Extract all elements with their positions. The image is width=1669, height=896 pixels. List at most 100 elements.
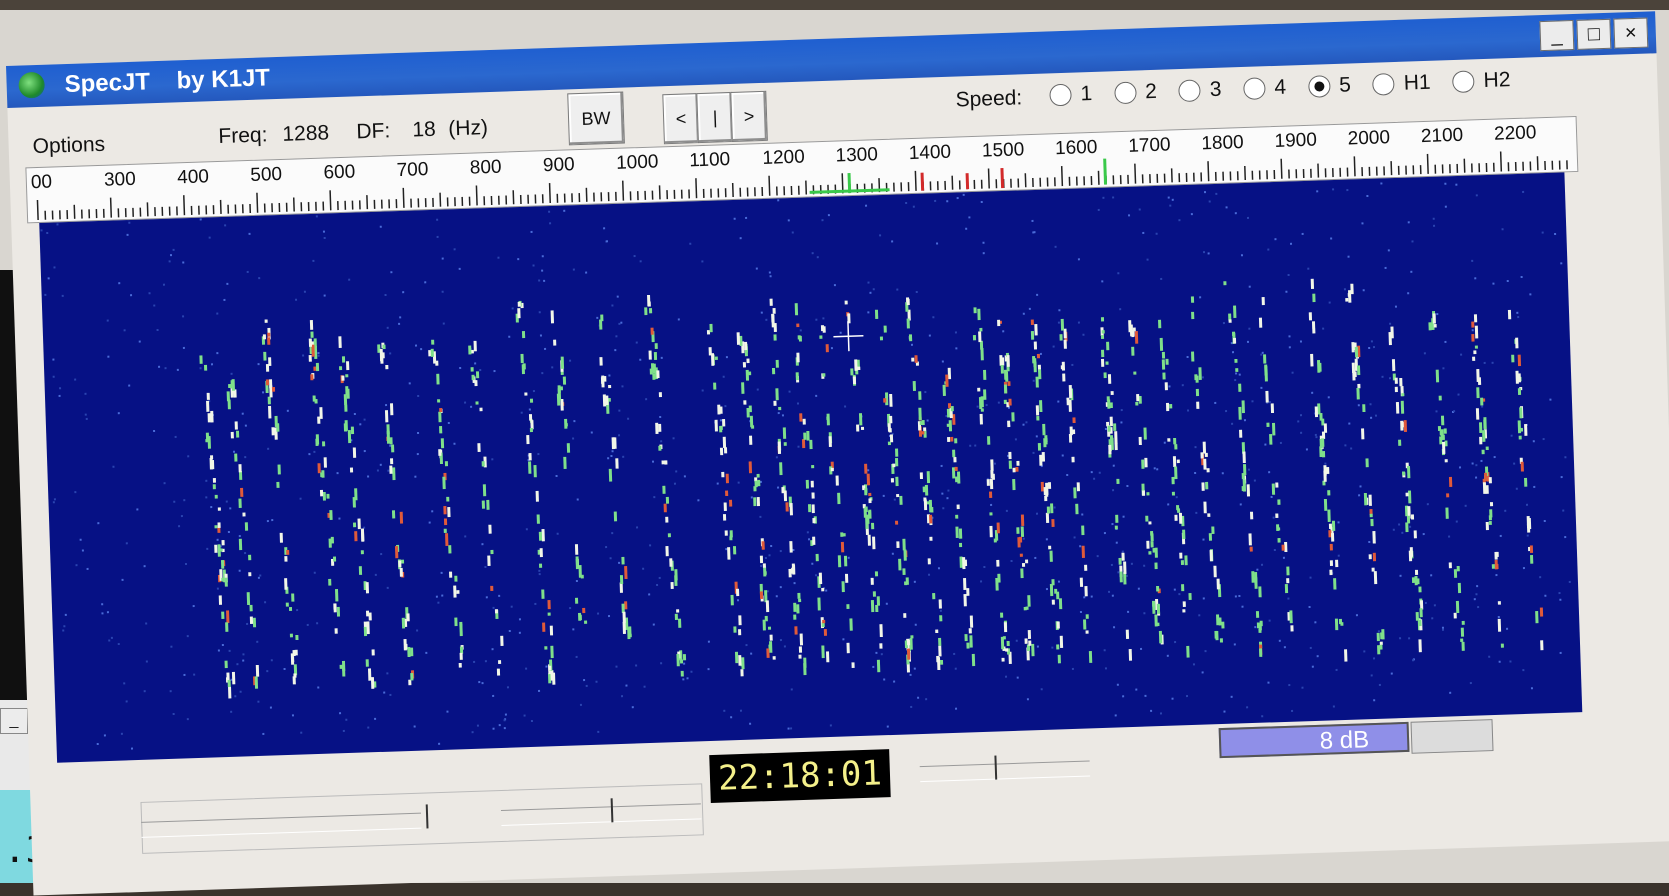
signal-speck — [850, 368, 853, 375]
noise-dot — [1172, 199, 1174, 201]
noise-dot — [765, 557, 767, 559]
signal-speck — [772, 368, 775, 374]
signal-speck — [724, 502, 727, 511]
noise-dot — [1174, 641, 1176, 643]
signal-speck — [775, 388, 778, 400]
signal-speck — [763, 563, 766, 567]
signal-speck — [357, 518, 360, 529]
noise-dot — [1516, 312, 1518, 314]
noise-dot — [1408, 221, 1410, 223]
speed-radio-h1[interactable]: H1 — [1372, 71, 1431, 97]
noise-dot — [323, 231, 325, 233]
signal-speck — [711, 353, 714, 366]
noise-dot — [377, 469, 379, 471]
noise-dot — [181, 515, 183, 517]
noise-dot — [612, 450, 614, 452]
noise-dot — [1344, 444, 1346, 446]
noise-dot — [484, 566, 486, 568]
noise-dot — [436, 596, 438, 598]
noise-dot — [200, 367, 202, 369]
signal-speck — [575, 598, 578, 604]
signal-speck — [1143, 427, 1146, 439]
speed-radio-4[interactable]: 4 — [1243, 76, 1286, 101]
noise-dot — [228, 531, 230, 533]
noise-dot — [313, 451, 315, 453]
waterfall-display[interactable] — [39, 172, 1582, 762]
gain-slider[interactable] — [920, 760, 1090, 782]
noise-dot — [193, 605, 195, 607]
noise-dot — [1247, 341, 1249, 343]
noise-dot — [1204, 650, 1206, 652]
window-title: SpecJT by K1JT — [64, 64, 270, 99]
noise-dot — [415, 345, 417, 347]
signal-speck — [539, 564, 542, 568]
close-button[interactable]: × — [1613, 18, 1648, 49]
signal-speck — [925, 485, 928, 496]
signal-speck — [1201, 482, 1204, 490]
speed-radio-3[interactable]: 3 — [1178, 78, 1221, 103]
signal-speck — [1377, 633, 1380, 641]
speed-radio-2[interactable]: 2 — [1114, 80, 1157, 105]
signal-speck — [1320, 439, 1323, 449]
signal-speck — [371, 677, 374, 689]
signal-speck — [655, 423, 658, 434]
noise-dot — [1138, 588, 1140, 590]
noise-dot — [417, 453, 419, 455]
signal-speck — [845, 301, 848, 305]
signal-speck — [903, 549, 906, 560]
signal-speck — [1492, 564, 1495, 569]
noise-dot — [1058, 322, 1060, 324]
noise-dot — [75, 564, 77, 566]
noise-dot — [1366, 195, 1368, 197]
options-menu[interactable]: Options — [32, 133, 105, 159]
prev-button[interactable]: < — [662, 93, 700, 144]
signal-speck — [891, 478, 894, 482]
noise-dot — [603, 227, 605, 229]
noise-dot — [464, 535, 466, 537]
speed-radio-1[interactable]: 1 — [1049, 82, 1092, 107]
noise-dot — [1288, 274, 1290, 276]
signal-speck — [385, 365, 388, 369]
signal-speck — [1262, 297, 1265, 305]
scale-label: 1500 — [982, 139, 1025, 161]
scale-label: 00 — [31, 172, 53, 194]
signal-speck — [322, 441, 325, 446]
signal-speck — [1355, 347, 1358, 358]
signal-speck — [601, 377, 604, 384]
signal-speck — [245, 522, 248, 531]
signal-speck — [486, 500, 489, 510]
signal-speck — [662, 460, 665, 464]
noise-dot — [1031, 220, 1033, 222]
next-button[interactable]: > — [730, 91, 768, 142]
minimize-button[interactable]: _ — [1539, 20, 1574, 51]
noise-dot — [1338, 555, 1340, 557]
gain-slider-thumb[interactable] — [994, 756, 997, 780]
signal-speck — [550, 646, 553, 658]
signal-speck — [987, 479, 990, 486]
signal-speck — [1145, 516, 1148, 522]
signal-speck — [979, 328, 982, 332]
left-minimize-button[interactable]: _ — [0, 708, 28, 734]
noise-dot — [1254, 626, 1256, 628]
noise-dot — [345, 719, 347, 721]
noise-dot — [831, 347, 833, 349]
noise-dot — [792, 231, 794, 233]
noise-dot — [1287, 598, 1289, 600]
noise-dot — [1235, 212, 1237, 214]
signal-speck — [773, 401, 776, 406]
center-button[interactable]: | — [696, 92, 734, 143]
noise-dot — [788, 728, 790, 730]
noise-dot — [689, 243, 691, 245]
signal-speck — [1174, 515, 1177, 521]
signal-speck — [1285, 584, 1288, 593]
signal-speck — [558, 388, 561, 401]
maximize-button[interactable]: □ — [1576, 19, 1611, 50]
signal-speck — [346, 361, 349, 370]
signal-speck — [242, 512, 245, 516]
scale-label: 2200 — [1494, 122, 1537, 144]
speed-radio-5[interactable]: 5 — [1308, 73, 1351, 98]
radio-label: 1 — [1080, 82, 1092, 106]
speed-radio-h2[interactable]: H2 — [1452, 68, 1511, 94]
noise-dot — [1057, 401, 1059, 403]
bw-button[interactable]: BW — [567, 92, 625, 146]
